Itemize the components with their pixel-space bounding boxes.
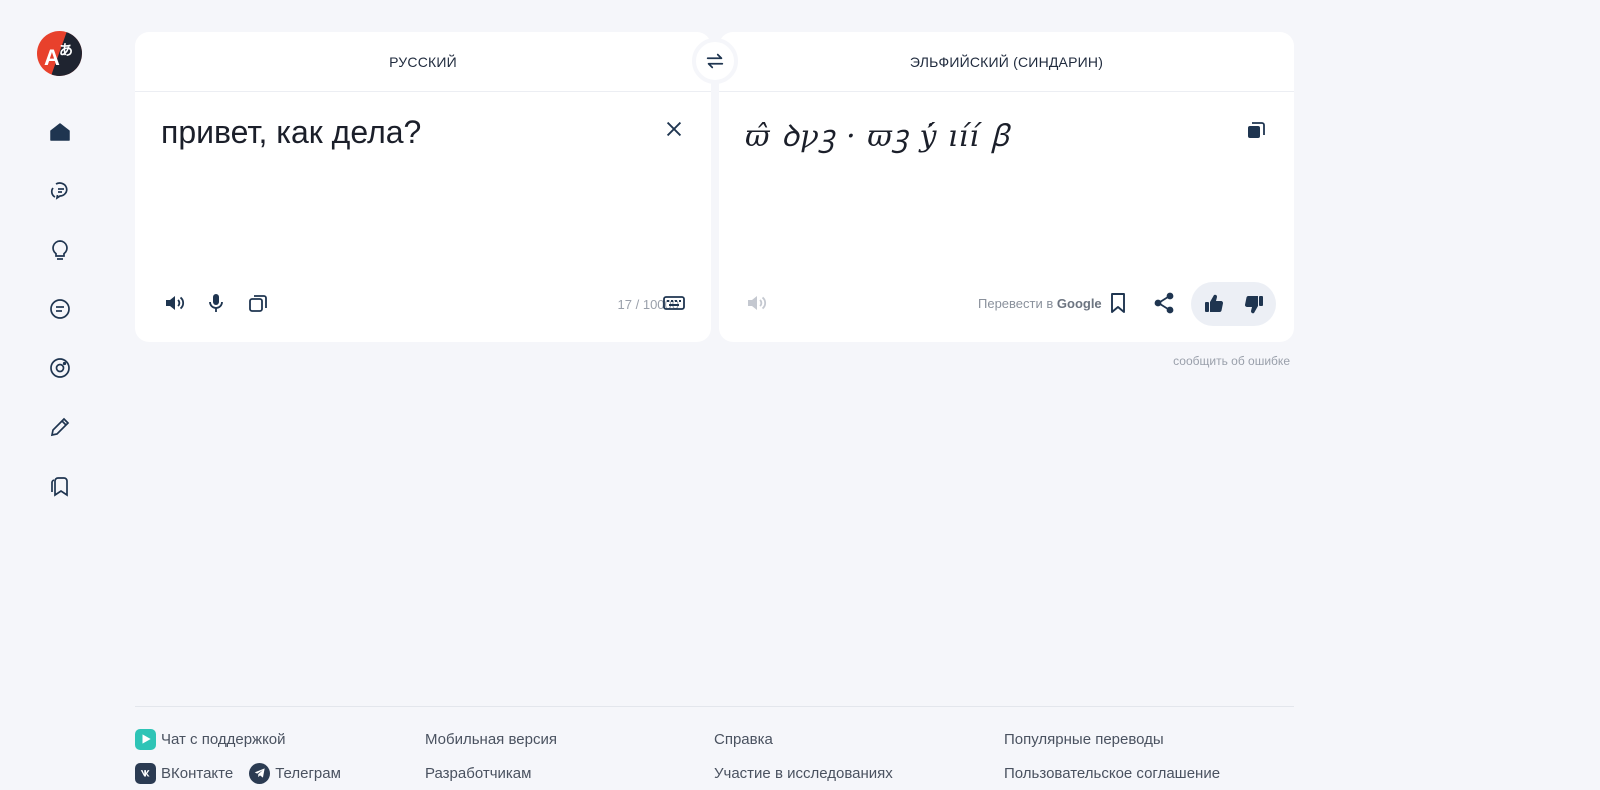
- speaker-icon: [748, 296, 767, 310]
- research-link[interactable]: Участие в исследованиях: [714, 762, 893, 784]
- sidebar: A あ: [0, 0, 120, 790]
- translator-logo[interactable]: A あ: [37, 31, 82, 76]
- copy-source-button[interactable]: [243, 288, 273, 318]
- clear-button[interactable]: [661, 116, 687, 142]
- target-panel: ЭЛЬФИЙСКИЙ (СИНДАРИН) ϖ̂ ꝺꝩꝫ · ϖꝫ ẏ́ ıı́…: [719, 32, 1294, 342]
- source-language-select[interactable]: РУССКИЙ: [389, 54, 457, 70]
- swap-languages-button[interactable]: [692, 38, 738, 84]
- close-icon: [666, 121, 682, 137]
- translate-in-google-link[interactable]: Перевести в Google: [978, 296, 1102, 311]
- report-error-link[interactable]: сообщить об ошибке: [1100, 354, 1290, 368]
- share-button[interactable]: [1149, 288, 1179, 318]
- footer-column-apps: Мобильная версия Разработчикам: [425, 728, 557, 790]
- telegram-link[interactable]: Телеграм: [249, 762, 341, 784]
- dialog-icon: [50, 182, 68, 200]
- mobile-version-link[interactable]: Мобильная версия: [425, 728, 557, 750]
- copy-translation-button[interactable]: [1242, 116, 1270, 144]
- share-icon: [1154, 292, 1174, 314]
- speaker-icon: [166, 296, 185, 310]
- svg-text:A: A: [44, 45, 60, 70]
- copy-icon: [1248, 122, 1265, 138]
- target-panel-header: ЭЛЬФИЙСКИЙ (СИНДАРИН): [719, 32, 1294, 92]
- telegram-icon: [249, 762, 271, 784]
- home-icon: [50, 123, 70, 141]
- document-icon: [50, 299, 70, 319]
- copy-icon: [249, 295, 267, 312]
- nav-home[interactable]: [46, 118, 74, 146]
- google-link-prefix: Перевести в: [978, 296, 1054, 311]
- listen-source-button[interactable]: [160, 288, 190, 318]
- translation-feedback: [1191, 282, 1276, 326]
- help-link[interactable]: Справка: [714, 728, 893, 750]
- google-link-brand: Google: [1056, 296, 1102, 311]
- thumbs-down-icon: [1244, 295, 1263, 314]
- chat-icon: [135, 728, 156, 750]
- source-panel-header: РУССКИЙ: [135, 32, 711, 92]
- support-chat-link[interactable]: Чат с поддержкой: [135, 728, 341, 750]
- nav-collections[interactable]: [46, 472, 74, 500]
- footer-column-legal: Популярные переводы Пользовательское сог…: [1004, 728, 1220, 790]
- bookmarks-icon: [51, 477, 68, 497]
- dislike-button[interactable]: [1239, 289, 1269, 319]
- vk-label: ВКонтакте: [161, 764, 234, 782]
- pencil-icon: [50, 417, 70, 437]
- keyboard-icon: [663, 296, 685, 310]
- like-button[interactable]: [1199, 289, 1229, 319]
- source-panel: РУССКИЙ привет, как дела? 17 / 10000: [135, 32, 711, 342]
- vk-link[interactable]: ВКонтакте: [135, 762, 233, 784]
- microphone-icon: [209, 294, 223, 312]
- source-text-input[interactable]: привет, как дела?: [161, 114, 631, 151]
- social-links: ВКонтакте Телеграм: [135, 762, 341, 790]
- nav-handwriting[interactable]: [46, 413, 74, 441]
- nav-dialog[interactable]: [46, 177, 74, 205]
- footer-divider: [135, 706, 1294, 707]
- developers-link[interactable]: Разработчикам: [425, 762, 557, 784]
- swap-icon: [706, 53, 724, 69]
- nav-camera[interactable]: [46, 354, 74, 382]
- voice-input-button[interactable]: [201, 288, 231, 318]
- user-agreement-link[interactable]: Пользовательское соглашение: [1004, 762, 1220, 784]
- support-chat-label: Чат с поддержкой: [161, 730, 286, 748]
- lightbulb-icon: [52, 240, 68, 260]
- footer-column-help: Справка Участие в исследованиях: [714, 728, 893, 790]
- footer-column-social: Чат с поддержкой ВКонтакте Телеграм: [135, 728, 341, 790]
- camera-icon: [50, 358, 70, 378]
- nav-ideas[interactable]: [46, 236, 74, 264]
- target-language-select[interactable]: ЭЛЬФИЙСКИЙ (СИНДАРИН): [910, 54, 1103, 70]
- bookmark-icon: [1111, 293, 1125, 313]
- svg-text:あ: あ: [59, 43, 73, 59]
- telegram-label: Телеграм: [275, 764, 341, 782]
- listen-translation-button[interactable]: [742, 288, 772, 318]
- virtual-keyboard-button[interactable]: [659, 288, 689, 318]
- bookmark-button[interactable]: [1103, 288, 1133, 318]
- vk-icon: [135, 762, 156, 784]
- translation-output: ϖ̂ ꝺꝩꝫ · ϖꝫ ẏ́ ıı́ı́ ꞵ: [745, 119, 1011, 154]
- nav-documents[interactable]: [46, 295, 74, 323]
- popular-translations-link[interactable]: Популярные переводы: [1004, 728, 1220, 750]
- thumbs-up-icon: [1205, 294, 1224, 313]
